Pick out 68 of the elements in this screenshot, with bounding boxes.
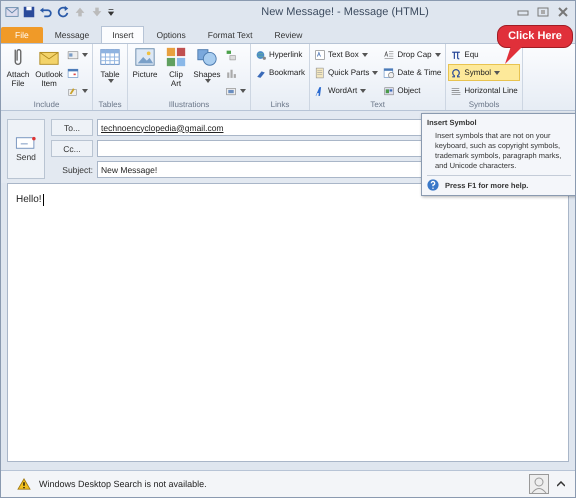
ribbon-tab[interactable]: Message <box>44 27 100 43</box>
person-silhouette-icon <box>529 474 549 494</box>
drop-cap-icon <box>383 48 396 60</box>
group-label: Text <box>369 100 386 110</box>
group-label: Links <box>270 100 290 110</box>
ribbon-button[interactable]: Attach File <box>3 46 33 100</box>
ribbon-button[interactable]: WordArt <box>312 82 380 99</box>
status-message: Windows Desktop Search is not available. <box>39 479 208 489</box>
warning-icon <box>17 478 31 490</box>
field-label: Subject: <box>61 164 93 174</box>
restore-icon[interactable] <box>535 6 551 18</box>
ribbon-button[interactable]: Table <box>95 46 125 100</box>
group-label: Illustrations <box>168 100 210 110</box>
redo-icon[interactable] <box>56 5 70 19</box>
object-icon <box>383 84 396 96</box>
send-button[interactable]: Send <box>7 119 45 179</box>
caret-icon <box>372 70 378 74</box>
ribbon-button[interactable]: Object <box>381 82 444 99</box>
ribbon-button[interactable]: Quick Parts <box>312 64 380 81</box>
ribbon-button[interactable]: Clip Art <box>161 46 191 100</box>
caret-icon <box>362 52 368 56</box>
table-icon <box>99 46 121 68</box>
help-icon <box>427 179 439 191</box>
caret-icon <box>82 52 88 56</box>
caret-icon <box>434 52 441 56</box>
pi-icon <box>450 48 462 60</box>
group-label: Tables <box>97 100 123 110</box>
document-parts-icon <box>314 66 326 78</box>
caret-icon <box>82 88 88 92</box>
ribbon-tab[interactable]: Review <box>264 27 312 43</box>
ribbon-button[interactable]: Hyperlink <box>253 46 308 63</box>
group-label: Symbols <box>468 100 500 110</box>
caret-icon <box>494 70 500 74</box>
undo-icon[interactable] <box>39 5 53 19</box>
group-label: Include <box>32 100 60 110</box>
address-button[interactable]: To... <box>51 119 93 136</box>
text-box-icon <box>314 48 326 60</box>
ribbon-button[interactable]: Horizontal Line <box>448 82 520 99</box>
omega-icon <box>450 66 462 78</box>
envelope-icon <box>15 136 37 150</box>
business-card-icon <box>67 48 79 60</box>
ribbon-button[interactable]: Text Box <box>312 46 380 63</box>
ribbon-tab[interactable]: Insert <box>101 26 144 43</box>
caret-icon <box>360 88 366 92</box>
address-button[interactable]: Cc... <box>51 140 93 157</box>
ribbon-button[interactable]: Symbol <box>448 64 520 81</box>
clip-art-icon <box>165 46 187 68</box>
calendar-icon <box>67 66 79 78</box>
ribbon-button[interactable]: Shapes <box>192 46 222 100</box>
ribbon-button[interactable]: Bookmark <box>253 64 308 81</box>
ribbon-button[interactable]: Outlook Item <box>34 46 64 100</box>
date-time-icon <box>383 66 396 78</box>
ribbon-tab[interactable]: Options <box>146 27 196 43</box>
caret-icon <box>108 79 114 83</box>
ribbon-tab[interactable]: Format Text <box>198 27 262 43</box>
chart-icon <box>225 66 237 78</box>
ribbon-button[interactable]: Date & Time <box>381 64 444 81</box>
caret-icon <box>204 79 210 83</box>
globe-icon <box>255 48 267 60</box>
ribbon-button[interactable]: Drop Cap <box>381 46 444 63</box>
caret-icon <box>240 88 246 92</box>
smartart-icon <box>225 48 237 60</box>
save-icon[interactable] <box>22 5 36 19</box>
picture-icon <box>134 46 156 68</box>
shapes-icon <box>196 46 218 68</box>
window-title: New Message! - Message (HTML) <box>260 6 430 18</box>
expand-caret-icon[interactable] <box>557 481 565 487</box>
ribbon-button[interactable]: Picture <box>130 46 160 100</box>
